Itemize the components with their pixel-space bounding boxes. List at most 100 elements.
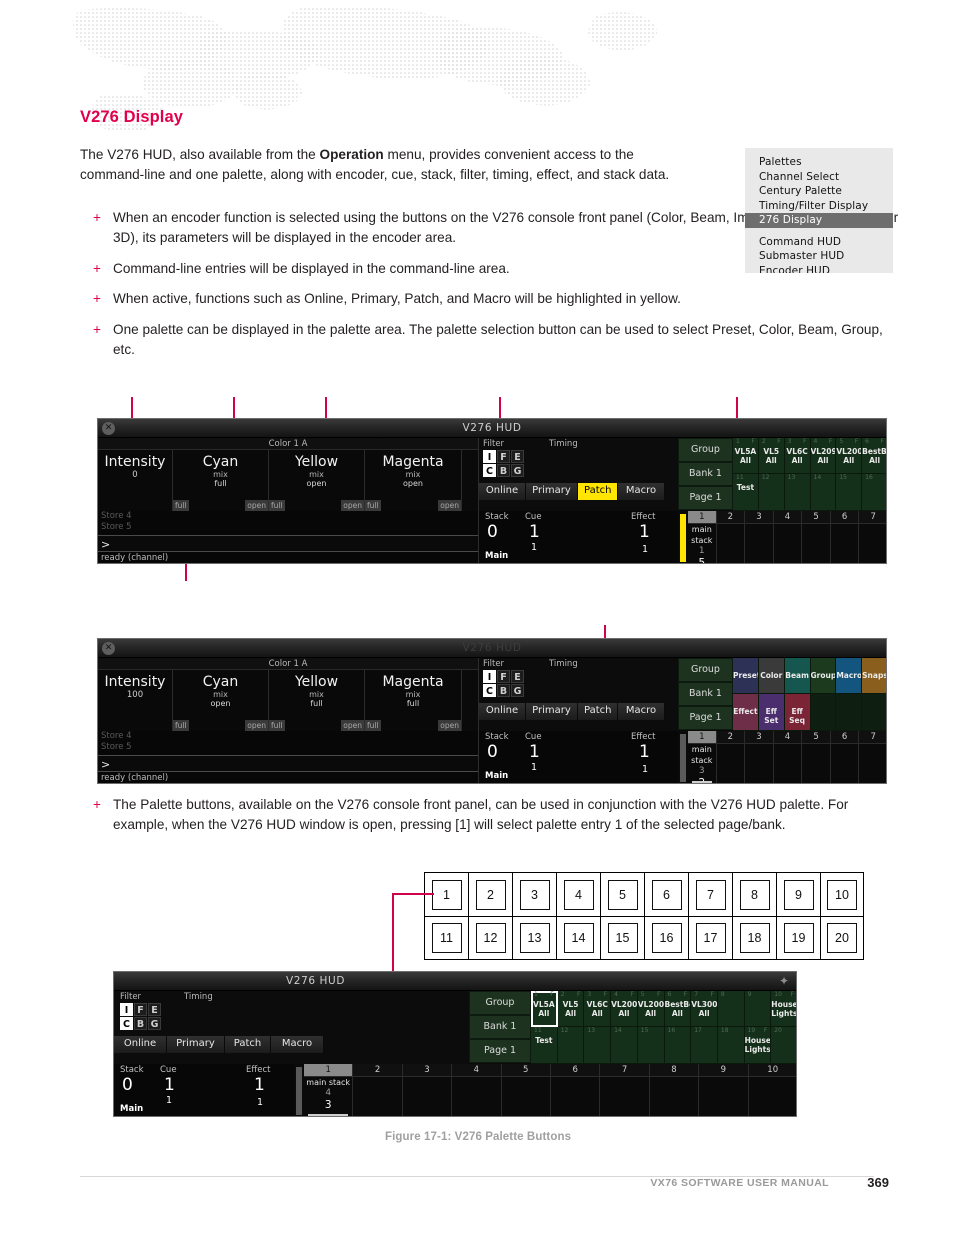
palette-button-9[interactable]: 9 bbox=[776, 872, 820, 916]
palette-selector-bank-1[interactable]: Bank 1 bbox=[678, 682, 733, 706]
menu-item-276-display[interactable]: 276 Display bbox=[745, 213, 893, 228]
stack-column-8[interactable]: 8 bbox=[649, 1064, 700, 1116]
v276-palette-button-panel[interactable]: 1 2 3 4 5 6 7 8 9 10 11 12 13 14 15 16 17 18 19 20 bbox=[424, 872, 864, 960]
palette-cell-beam[interactable]: Beam bbox=[784, 658, 811, 694]
filter-cell-e[interactable]: E bbox=[511, 450, 524, 463]
filter-cell-f[interactable]: F bbox=[134, 1003, 147, 1016]
menu-item-century-palette[interactable]: Century Palette bbox=[745, 184, 893, 199]
palette-cell-slot-13[interactable]: 13 bbox=[584, 1027, 612, 1064]
fn-button-online[interactable]: Online bbox=[479, 483, 526, 500]
palette-cell-slot-12[interactable]: 12 bbox=[557, 1027, 585, 1064]
stack-column-10[interactable]: 10 bbox=[748, 1064, 796, 1116]
palette-cell-vl2090s[interactable]: 4 F VL2090SAll bbox=[810, 438, 837, 474]
palette-cell-test[interactable]: 11 Test bbox=[531, 1027, 558, 1064]
palette-cell-slot-16[interactable]: 16 bbox=[664, 1027, 692, 1064]
filter-cell-b[interactable]: B bbox=[134, 1017, 147, 1030]
palette-cell-eff-set[interactable]: Eff Set bbox=[758, 694, 785, 731]
palette-cell-vl2000s[interactable]: 4 F VL2000SAll bbox=[611, 991, 638, 1027]
filter-cell-i[interactable]: I bbox=[483, 450, 496, 463]
palette-selector-bank-1[interactable]: Bank 1 bbox=[678, 462, 733, 486]
hud1-filter-grid[interactable]: IFE CBG bbox=[483, 450, 524, 477]
palette-cell-vl2000w[interactable]: 5 F VL2000WAll bbox=[836, 438, 863, 474]
hud2-stack-list[interactable]: 1main stack32234567 bbox=[688, 731, 886, 783]
palette-cell-slot-13[interactable]: 13 bbox=[784, 474, 811, 511]
encoder-cell-intensity[interactable]: Intensity 100 bbox=[98, 670, 173, 731]
stack-column-6[interactable]: 6 bbox=[550, 1064, 601, 1116]
menu-item-channel-select[interactable]: Channel Select bbox=[745, 170, 893, 185]
fn-button-primary[interactable]: Primary bbox=[167, 1036, 225, 1053]
palette-selector-group[interactable]: Group bbox=[678, 438, 733, 462]
hud2-filter-grid[interactable]: IFE CBG bbox=[483, 670, 524, 697]
fn-button-online[interactable]: Online bbox=[479, 703, 526, 720]
palette-cell-vl5a[interactable]: 1 F VL5A All bbox=[531, 991, 558, 1027]
filter-cell-f[interactable]: F bbox=[497, 670, 510, 683]
stack-column-2[interactable]: 2 bbox=[353, 1064, 403, 1116]
palette-selector-group[interactable]: Group bbox=[678, 658, 733, 682]
stack-column-6[interactable]: 6 bbox=[830, 511, 860, 563]
hud3-filter-grid[interactable]: IFE CBG bbox=[120, 1003, 161, 1030]
stack-column-9[interactable]: 9 bbox=[699, 1064, 749, 1116]
palette-cell-vl6c[interactable]: 3 F VL6C All bbox=[784, 438, 811, 474]
stack-column-1[interactable]: 1 main stack 1 5 bbox=[688, 511, 717, 563]
palette-selector-page-1[interactable]: Page 1 bbox=[678, 486, 733, 510]
palette-button-20[interactable]: 20 bbox=[820, 916, 864, 960]
palette-button-5[interactable]: 5 bbox=[600, 872, 644, 916]
hud2-command-area[interactable]: Store 4 Store 5 > ready (channel) bbox=[98, 731, 478, 783]
filter-cell-b[interactable]: B bbox=[497, 684, 510, 697]
hud2-titlebar[interactable]: ✕ V276 HUD bbox=[98, 639, 886, 658]
hud1-palette-selector[interactable]: Group Bank 1 Page 1 bbox=[678, 438, 733, 510]
palette-cell-bestboy[interactable]: 6 F BestBoyAll bbox=[664, 991, 692, 1027]
hud3-stack-list[interactable]: 1 main stack 4 3 2 3 4 5 6 7 8 9 10 bbox=[304, 1064, 796, 1116]
filter-cell-g[interactable]: G bbox=[148, 1017, 161, 1030]
encoder-cell-magenta[interactable]: Magenta mix open full open bbox=[365, 450, 462, 511]
stack-column-4[interactable]: 4 bbox=[773, 731, 803, 783]
filter-cell-c[interactable]: C bbox=[483, 464, 496, 477]
encoder-cell-cyan[interactable]: Cyan mix open full open bbox=[173, 670, 269, 731]
palette-cell-bestboy[interactable]: 6 F BestBoyAll bbox=[862, 438, 886, 474]
stack-column-5[interactable]: 5 bbox=[802, 511, 831, 563]
hud2-palette-type-grid[interactable]: Preset Color Beam Group Macro Snaps Effect Eff … bbox=[733, 658, 886, 731]
palette-button-15[interactable]: 15 bbox=[600, 916, 644, 960]
v276-hud-window-3[interactable]: V276 HUD ✦ Filter Timing IFECBG Online Pr… bbox=[113, 971, 797, 1117]
fn-button-patch[interactable]: Patch bbox=[578, 483, 618, 500]
hud1-command-input[interactable]: > bbox=[98, 535, 478, 552]
palette-cell-vl3000s[interactable]: 7 F VL3000SAll bbox=[691, 991, 718, 1027]
palette-button-17[interactable]: 17 bbox=[688, 916, 732, 960]
stack-column-3[interactable]: 3 bbox=[745, 511, 774, 563]
hud1-titlebar[interactable]: ✕ V276 HUD bbox=[98, 419, 886, 438]
palette-cell-slot-15[interactable]: 15 bbox=[836, 474, 863, 511]
fn-button-primary[interactable]: Primary bbox=[526, 703, 578, 720]
palette-cell-color[interactable]: Color bbox=[758, 658, 785, 694]
palette-cell-group[interactable]: Group bbox=[810, 658, 837, 694]
palette-button-14[interactable]: 14 bbox=[556, 916, 600, 960]
palette-cell-slot-20[interactable]: 20 bbox=[771, 1027, 796, 1064]
palette-cell-macro[interactable]: Macro bbox=[836, 658, 863, 694]
filter-cell-f[interactable]: F bbox=[497, 450, 510, 463]
palette-button-2[interactable]: 2 bbox=[468, 872, 512, 916]
palette-button-13[interactable]: 13 bbox=[512, 916, 556, 960]
palette-cell-preset[interactable]: Preset bbox=[733, 658, 759, 694]
palette-button-4[interactable]: 4 bbox=[556, 872, 600, 916]
filter-cell-c[interactable]: C bbox=[483, 684, 496, 697]
palette-cell-slot-18[interactable]: 18 bbox=[717, 1027, 745, 1064]
palette-cell-slot-16[interactable]: 16 bbox=[862, 474, 886, 511]
stack-column-2[interactable]: 2 bbox=[716, 731, 746, 783]
filter-cell-i[interactable]: I bbox=[120, 1003, 133, 1016]
palette-cell-slot-17[interactable]: 17 bbox=[691, 1027, 718, 1064]
palette-cell-vl6c[interactable]: 3 F VL6C All bbox=[584, 991, 612, 1027]
encoder-cell-intensity[interactable]: Intensity 0 bbox=[98, 450, 173, 511]
encoder-cell-magenta[interactable]: Magenta mix full full open bbox=[365, 670, 462, 731]
palette-cell-slot-8[interactable]: 8 bbox=[717, 991, 745, 1027]
fn-button-patch[interactable]: Patch bbox=[578, 703, 618, 720]
hud3-palette-selector[interactable]: Group Bank 1 Page 1 bbox=[469, 991, 531, 1063]
encoder-cell-yellow[interactable]: Yellow mix full full open bbox=[269, 670, 365, 731]
menu-item-command-hud[interactable]: Command HUD bbox=[745, 235, 893, 250]
hud3-function-buttons[interactable]: Online Primary Patch Macro bbox=[114, 1036, 324, 1053]
palette-button-3[interactable]: 3 bbox=[512, 872, 556, 916]
menu-item-palettes[interactable]: Palettes bbox=[745, 155, 893, 170]
palette-button-10[interactable]: 10 bbox=[820, 872, 864, 916]
palette-cell-vl5[interactable]: 2 F VL5 All bbox=[557, 991, 585, 1027]
stack-column-7[interactable]: 7 bbox=[859, 731, 886, 783]
fn-button-patch[interactable]: Patch bbox=[225, 1036, 271, 1053]
palette-cell-slot-11[interactable] bbox=[836, 694, 863, 731]
